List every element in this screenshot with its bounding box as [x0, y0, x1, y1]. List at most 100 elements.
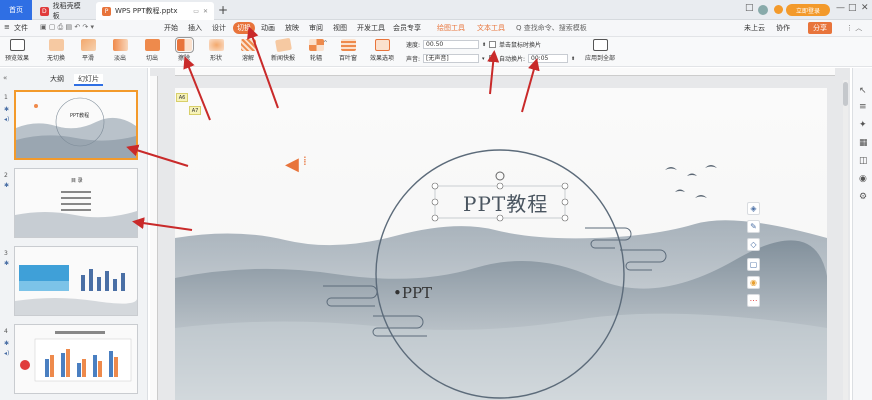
effect-shape[interactable]: 形状	[202, 39, 230, 65]
speed-stepper-icon[interactable]: ⬍	[482, 42, 486, 48]
new-tab-button[interactable]: +	[218, 3, 228, 17]
monitor-icon[interactable]: ▭	[193, 8, 199, 15]
effect-fade[interactable]: 淡出	[106, 39, 134, 65]
gallery-icon[interactable]: ▦	[859, 138, 868, 148]
close-icon[interactable]: ✕	[861, 3, 869, 13]
more-tool-icon[interactable]: ⋯	[747, 294, 760, 307]
menu-developer[interactable]: 开发工具	[357, 23, 385, 33]
effect-fade-label: 淡出	[113, 55, 126, 62]
outline-tool-icon[interactable]: ▢	[747, 258, 760, 271]
auto-advance-checkbox[interactable]: ✓	[489, 55, 496, 62]
thumb-2-title: 目 录	[71, 178, 83, 184]
animation-tag[interactable]: A7	[189, 106, 201, 115]
menu-text-tools[interactable]: 文本工具	[477, 23, 505, 33]
tab-close-icon[interactable]: ✕	[203, 8, 208, 15]
slide-thumbnail-1[interactable]: PPT教程	[14, 90, 138, 160]
effect-smooth[interactable]: 平滑	[74, 39, 102, 65]
tab-template-label: 找稻壳模板	[52, 2, 81, 20]
effect-blinds[interactable]: 百叶窗	[334, 39, 362, 65]
tab-home[interactable]: 首页	[0, 0, 32, 20]
window-layout-icon[interactable]: □	[745, 3, 754, 13]
effect-none[interactable]: 无切换	[42, 39, 70, 65]
hamburger-icon[interactable]: ≡	[4, 23, 10, 31]
slide-subtitle[interactable]: •PPT	[393, 284, 432, 302]
collab-button[interactable]: 协作	[776, 23, 790, 33]
effect-dissolve[interactable]: 溶解	[234, 39, 262, 65]
effect-options-button[interactable]: 效果选项	[366, 39, 398, 65]
auto-advance-label: 自动换片:	[499, 56, 526, 63]
slide-thumbnail-3[interactable]	[14, 246, 138, 316]
tab-document[interactable]: P WPS PPT教程.pptx ▭ ✕	[96, 2, 214, 20]
menu-animation[interactable]: 动画	[261, 23, 275, 33]
menu-insert[interactable]: 插入	[188, 23, 202, 33]
more-icon[interactable]: ⋮ ︿	[846, 23, 862, 33]
tab-slides[interactable]: 幻灯片	[74, 74, 103, 86]
animation-pane-icon[interactable]: ✦	[859, 120, 867, 130]
preview-effect-button[interactable]: 预览效果	[2, 39, 32, 65]
thumb-1-art	[16, 97, 136, 158]
edit-tool-icon[interactable]: ✎	[747, 220, 760, 233]
search-command[interactable]: Q 查找命令、搜索模板	[516, 23, 587, 33]
sound-icon[interactable]: ◀	[285, 154, 299, 175]
mouse-click-checkbox[interactable]	[489, 41, 496, 48]
preview-label: 预览效果	[4, 55, 29, 62]
menu-slideshow[interactable]: 放映	[285, 23, 299, 33]
effect-cut[interactable]: 切出	[138, 39, 166, 65]
sound-dropdown-icon[interactable]: ▾	[482, 56, 485, 62]
effect-smooth-label: 平滑	[81, 55, 94, 62]
menu-member[interactable]: 会员专享	[393, 23, 421, 33]
sound-select[interactable]: [无声音]	[423, 54, 480, 63]
slide-title[interactable]: PPT教程	[463, 188, 548, 217]
slide-number: 2	[4, 172, 8, 179]
effect-blinds-label: 百叶窗	[338, 55, 357, 62]
slide-canvas[interactable]: ◀ ⁞ PPT教程 •PPT ◈ ✎ ◇ ▢ ◉ ⋯	[175, 88, 827, 400]
apply-all-button[interactable]: 应用到全部	[582, 39, 618, 65]
layer-icon[interactable]: ◫	[859, 156, 868, 166]
quick-access-icons[interactable]: ▣ ▢ ⎙ ▤ ↶ ↷ ▾	[40, 23, 94, 32]
gallery-arrows-icon[interactable]: ⌃	[322, 39, 329, 48]
minimize-icon[interactable]: —	[836, 3, 845, 13]
speed-input[interactable]: 00.50	[423, 40, 480, 49]
layer-tool-icon[interactable]: ◈	[747, 202, 760, 215]
select-icon[interactable]: ↖	[859, 86, 867, 96]
scroll-thumb[interactable]	[843, 82, 848, 106]
menu-review[interactable]: 审阅	[309, 23, 323, 33]
user-icon[interactable]	[758, 5, 768, 15]
settings-icon[interactable]: ⚙	[859, 192, 867, 202]
menu-home[interactable]: 开始	[164, 23, 178, 33]
mouse-click-option[interactable]: 单击鼠标时换片	[489, 40, 541, 49]
slide-thumbnail-2[interactable]: 目 录	[14, 168, 138, 238]
slide-star-icon: ✱	[4, 106, 10, 113]
effect-dissolve-icon	[240, 39, 256, 51]
menu-drawing-tools[interactable]: 绘图工具	[437, 23, 465, 33]
location-icon[interactable]: ◉	[859, 174, 867, 184]
collapse-panel-icon[interactable]: «	[3, 74, 7, 82]
effect-wipe[interactable]: 擦除	[170, 37, 198, 65]
menu-file[interactable]: 文件	[14, 23, 28, 33]
menu-view[interactable]: 视图	[333, 23, 347, 33]
animation-tag[interactable]: A6	[176, 93, 188, 102]
effect-newsflash[interactable]: 新闻快报	[266, 37, 300, 65]
menu-design[interactable]: 设计	[212, 23, 226, 33]
right-toolbar: ↖ ≡ ✦ ▦ ◫ ◉ ⚙	[852, 68, 872, 400]
effect-blinds-icon	[340, 39, 356, 51]
tab-template[interactable]: D 找稻壳模板	[34, 2, 92, 20]
location-tool-icon[interactable]: ◉	[747, 276, 760, 289]
maximize-icon[interactable]: □	[848, 3, 857, 13]
login-button[interactable]: 立即登录	[786, 4, 830, 16]
share-button[interactable]: 分享	[808, 22, 832, 34]
fill-tool-icon[interactable]: ◇	[747, 238, 760, 251]
sound-label: 声音:	[406, 56, 421, 63]
auto-advance-input[interactable]: 00:05	[528, 54, 569, 63]
tab-outline[interactable]: 大纲	[50, 74, 64, 84]
adjust-icon[interactable]: ≡	[859, 102, 867, 112]
vertical-scrollbar[interactable]	[843, 80, 848, 400]
preview-icon	[9, 39, 25, 51]
effect-shape-icon	[208, 39, 224, 51]
avatar[interactable]	[774, 5, 783, 14]
auto-stepper-icon[interactable]: ⬍	[571, 56, 575, 62]
cloud-status[interactable]: 未上云	[744, 23, 765, 33]
slide-thumbnail-4[interactable]	[14, 324, 138, 394]
menu-transition[interactable]: 切换	[233, 22, 255, 34]
slide-star-icon: ✱	[4, 340, 10, 347]
